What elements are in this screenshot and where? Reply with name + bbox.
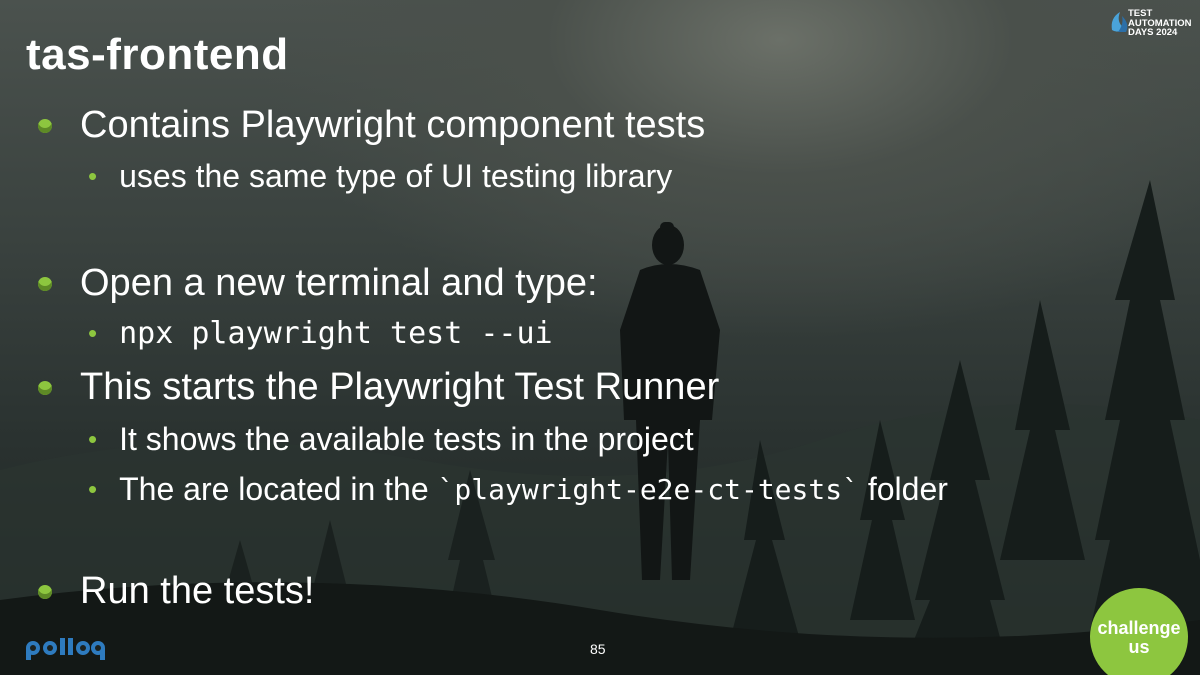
bullet-item: This starts the Playwright Test Runner [38,366,719,409]
sub-bullet-text: folder [867,471,948,507]
sub-bullet-item: • It shows the available tests in the pr… [88,421,694,458]
bullet-item: Open a new terminal and type: [38,262,598,305]
sub-bullet-dot-icon: • [88,318,98,348]
bullet-text: Open a new terminal and type: [80,262,598,304]
slide-title: tas-frontend [26,30,289,79]
sub-bullet-dot-icon: • [88,424,98,454]
challenge-us-badge: challenge us [1090,588,1188,675]
sub-bullet-text: uses the same type of UI testing library [119,158,673,194]
sub-bullet-dot-icon: • [88,161,98,191]
bullet-text: Run the tests! [80,570,315,612]
sub-bullet-text: The are located in the [119,471,429,507]
folder-name-code: `playwright-e2e-ct-tests` [437,473,859,506]
slide: tas-frontend Contains Playwright compone… [0,0,1200,675]
polleq-logo-icon [26,638,105,660]
bullet-dot-icon [38,276,52,291]
bullet-text: Contains Playwright component tests [80,104,706,146]
bullet-dot-icon [38,584,52,599]
bullet-item: Contains Playwright component tests [38,104,705,147]
bullet-text: This starts the Playwright Test Runner [80,366,720,408]
bullet-item: Run the tests! [38,570,314,613]
sub-bullet-dot-icon: • [88,474,98,504]
sub-bullet-item: • npx playwright test --ui [88,316,553,351]
command-text: npx playwright test --ui [119,316,553,351]
sub-bullet-item: • The are located in the `playwright-e2e… [88,471,948,508]
event-logo-text: TEST AUTOMATION DAYS 2024 [1128,8,1192,38]
bullet-dot-icon [38,380,52,395]
sub-bullet-text: It shows the available tests in the proj… [119,421,694,457]
sub-bullet-item: • uses the same type of UI testing libra… [88,158,672,195]
page-number: 85 [590,641,606,657]
bullet-dot-icon [38,118,52,133]
